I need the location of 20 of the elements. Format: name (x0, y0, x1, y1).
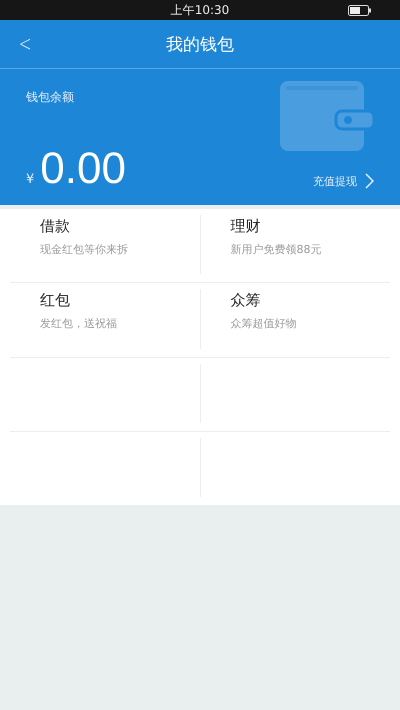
service-title: 借款 (40, 217, 71, 236)
page-title: 我的钱包 (166, 34, 234, 56)
service-subtitle: 众筹超值好物 (230, 316, 298, 332)
service-item[interactable]: 红包 发红包，送祝福 (10, 289, 200, 348)
service-item[interactable]: 众筹 众筹超值好物 (200, 283, 390, 356)
balance-label: 钱包余额 (26, 89, 75, 106)
service-subtitle: 新用户免费领88元 (230, 242, 322, 257)
battery-icon (348, 5, 372, 16)
service-title: 众筹 (230, 291, 262, 310)
service-title: 红包 (40, 291, 71, 310)
balance-amount: 0.00 (40, 147, 126, 191)
service-title: 理财 (230, 217, 262, 236)
currency-symbol: ¥ (26, 172, 34, 187)
wallet-icon (280, 81, 374, 151)
status-time: 上午10:30 (170, 2, 230, 18)
chevron-right-icon (365, 173, 374, 189)
service-item[interactable]: 理财 新用户免费领88元 (200, 209, 390, 282)
service-subtitle: 发红包，送祝福 (40, 316, 118, 332)
service-subtitle: 现金红包等你来拆 (40, 242, 129, 257)
service-item[interactable]: 借款 现金红包等你来拆 (10, 215, 200, 274)
